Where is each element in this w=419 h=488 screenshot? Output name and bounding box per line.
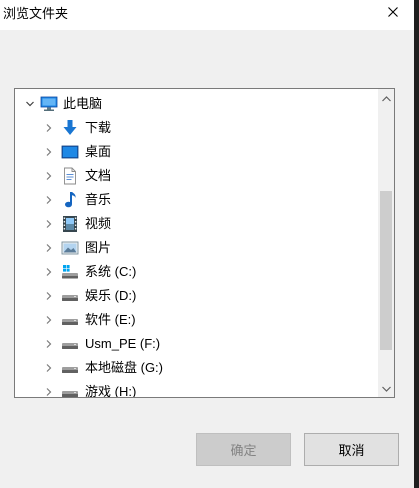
close-icon: [388, 7, 398, 17]
chevron-right-icon[interactable]: [43, 218, 55, 230]
tree-item-music[interactable]: 音乐: [15, 188, 378, 212]
tree-item-downloads[interactable]: 下载: [15, 116, 378, 140]
chevron-right-icon[interactable]: [43, 266, 55, 278]
tree-item-drive-d[interactable]: 娱乐 (D:): [15, 284, 378, 308]
chevron-right-icon[interactable]: [43, 194, 55, 206]
tree-item-drive-f[interactable]: Usm_PE (F:): [15, 332, 378, 356]
chevron-right-icon[interactable]: [43, 338, 55, 350]
computer-icon: [40, 95, 58, 113]
chevron-right-icon[interactable]: [43, 242, 55, 254]
chevron-right-icon[interactable]: [43, 146, 55, 158]
chevron-right-icon[interactable]: [43, 386, 55, 397]
tree-item-label: 桌面: [85, 144, 112, 159]
scroll-up-button[interactable]: [378, 90, 394, 106]
tree-item-label: 文档: [85, 168, 112, 183]
close-button[interactable]: [378, 0, 408, 24]
chevron-right-icon[interactable]: [43, 314, 55, 326]
downloads-icon: [61, 119, 79, 137]
tree-item-drive-c[interactable]: 系统 (C:): [15, 260, 378, 284]
title-bar: 浏览文件夹: [0, 0, 419, 30]
scroll-thumb[interactable]: [380, 191, 392, 350]
tree-item-drive-h[interactable]: 游戏 (H:): [15, 380, 378, 398]
drive-icon: [61, 359, 79, 377]
drive-icon: [61, 287, 79, 305]
videos-icon: [61, 215, 79, 233]
drive-icon: [61, 311, 79, 329]
scroll-down-button[interactable]: [378, 380, 394, 396]
drive-icon: [61, 383, 79, 397]
tree-item-desktop[interactable]: 桌面: [15, 140, 378, 164]
chevron-right-icon[interactable]: [43, 122, 55, 134]
tree-item-label: 下载: [85, 120, 112, 135]
tree-item-label: 音乐: [85, 192, 112, 207]
tree-item-pictures[interactable]: 图片: [15, 236, 378, 260]
tree-item-label: 此电脑: [63, 96, 103, 111]
chevron-up-icon: [381, 89, 391, 107]
vertical-scrollbar[interactable]: [378, 89, 394, 397]
music-icon: [61, 191, 79, 209]
chevron-down-icon: [381, 379, 391, 397]
tree-item-videos[interactable]: 视频: [15, 212, 378, 236]
chevron-right-icon[interactable]: [43, 170, 55, 182]
chevron-right-icon[interactable]: [43, 362, 55, 374]
tree-item-label: 本地磁盘 (G:): [85, 360, 163, 375]
tree-item-label: 游戏 (H:): [85, 384, 137, 398]
tree-item-label: 软件 (E:): [85, 312, 136, 327]
drive-icon: [61, 335, 79, 353]
folder-tree[interactable]: 此电脑 下载 桌面 文档 音乐 视频 图片 系统 (C:) 娱乐 (D:) 软件…: [14, 88, 395, 398]
tree-item-label: Usm_PE (F:): [85, 336, 161, 351]
ok-button[interactable]: 确定: [196, 433, 291, 466]
browse-folder-dialog: 浏览文件夹 此电脑 下载 桌面 文档 音乐 视频 图片 系统 (C:) 娱乐 (…: [0, 0, 419, 488]
cancel-button[interactable]: 取消: [304, 433, 399, 466]
window-edge: [414, 0, 419, 488]
system-drive-icon: [61, 263, 79, 281]
tree-item-drive-g[interactable]: 本地磁盘 (G:): [15, 356, 378, 380]
tree-item-this-pc[interactable]: 此电脑: [15, 92, 378, 116]
tree-item-label: 娱乐 (D:): [85, 288, 137, 303]
documents-icon: [61, 167, 79, 185]
chevron-down-icon[interactable]: [24, 98, 36, 110]
tree-item-drive-e[interactable]: 软件 (E:): [15, 308, 378, 332]
tree-item-label: 视频: [85, 216, 112, 231]
tree-item-label: 系统 (C:): [85, 264, 137, 279]
tree-item-label: 图片: [85, 240, 112, 255]
pictures-icon: [61, 239, 79, 257]
dialog-title: 浏览文件夹: [3, 6, 69, 21]
chevron-right-icon[interactable]: [43, 290, 55, 302]
desktop-icon: [61, 143, 79, 161]
tree-item-documents[interactable]: 文档: [15, 164, 378, 188]
